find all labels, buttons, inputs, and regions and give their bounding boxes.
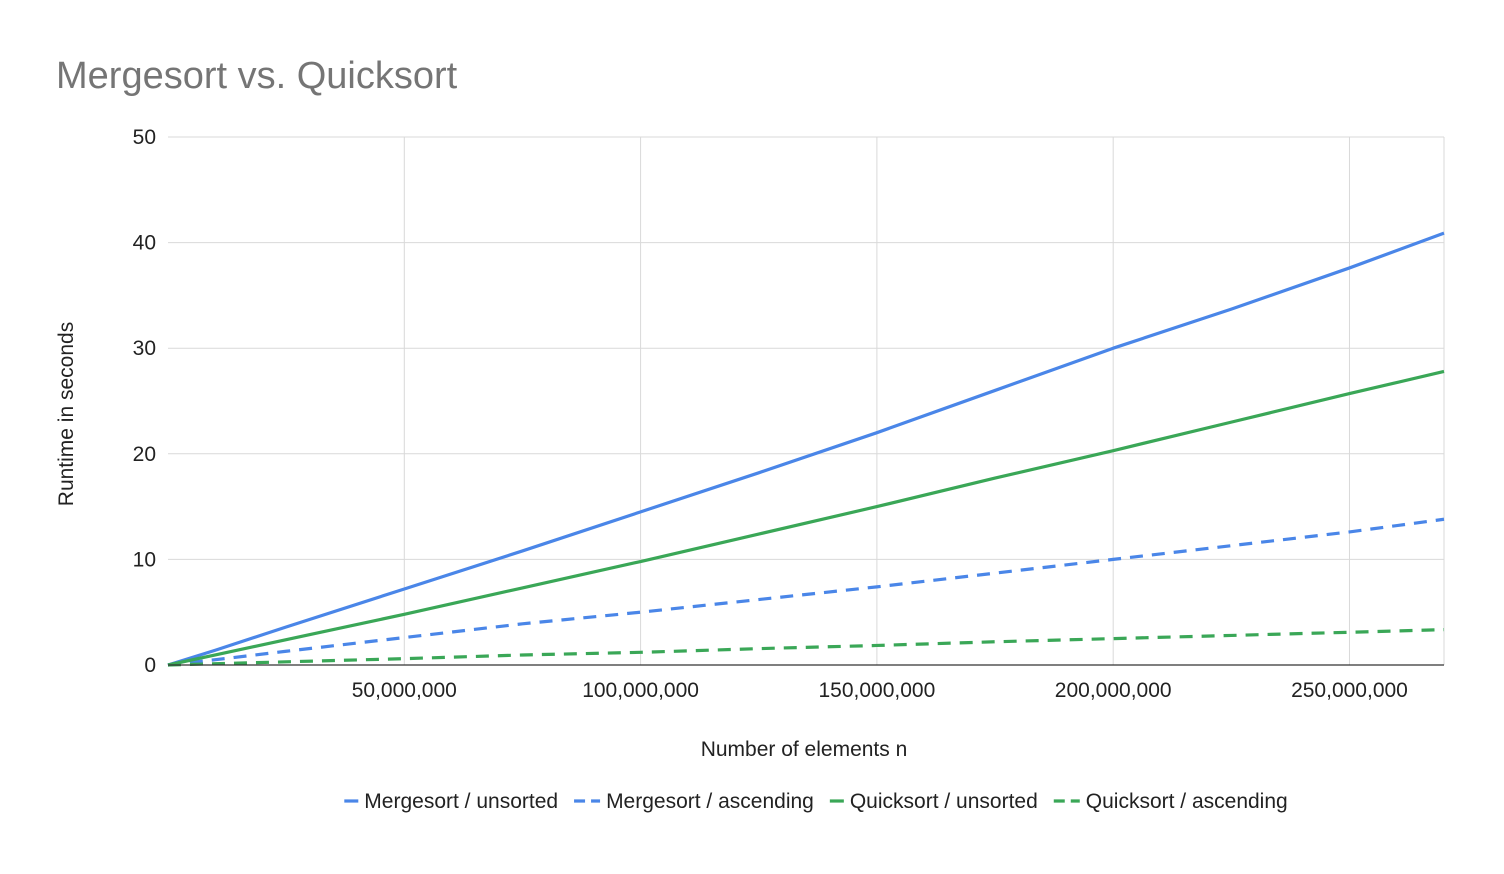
legend-label: Quicksort / unsorted	[850, 790, 1038, 813]
legend-label: Quicksort / ascending	[1086, 790, 1288, 813]
x-tick-label: 50,000,000	[352, 679, 457, 702]
legend: Mergesort / unsorted Mergesort / ascendin…	[344, 790, 1288, 813]
series-line-2	[167, 517, 1445, 667]
line-chart: Mergesort vs. Quicksort 0 10 20 30 40 50 50,00…	[55, 55, 1445, 813]
y-tick-label: 30	[133, 337, 156, 360]
axes: 0 10 20 30 40 50 50,000,000 100,000,000 150,000,…	[133, 126, 1444, 702]
series-line-3	[167, 369, 1445, 667]
chart-title: Mergesort vs. Quicksort	[56, 55, 458, 97]
legend-item: Mergesort / unsorted	[344, 790, 558, 813]
y-tick-label: 0	[144, 654, 156, 677]
legend-item: Quicksort / ascending	[1053, 790, 1288, 813]
legend-item: Quicksort / unsorted	[829, 790, 1038, 813]
x-tick-label: 200,000,000	[1055, 679, 1172, 702]
y-tick-label: 10	[133, 548, 156, 571]
series-line-4	[167, 628, 1445, 667]
legend-label: Mergesort / unsorted	[364, 790, 558, 813]
y-tick-label: 50	[133, 126, 156, 149]
y-tick-label: 20	[133, 443, 156, 466]
y-tick-label: 40	[133, 232, 156, 255]
chart-container: Mergesort vs. Quicksort 0 10 20 30 40 50 50,00…	[0, 0, 1504, 874]
legend-label: Mergesort / ascending	[606, 790, 814, 813]
y-axis-title: Runtime in seconds	[55, 322, 78, 506]
series-line-1	[167, 231, 1445, 667]
x-tick-label: 100,000,000	[582, 679, 699, 702]
legend-item: Mergesort / ascending	[574, 790, 814, 813]
x-tick-label: 250,000,000	[1291, 679, 1408, 702]
gridlines	[168, 136, 1445, 665]
x-tick-label: 150,000,000	[818, 679, 935, 702]
x-axis-title: Number of elements n	[701, 738, 908, 761]
series-lines	[167, 231, 1445, 667]
